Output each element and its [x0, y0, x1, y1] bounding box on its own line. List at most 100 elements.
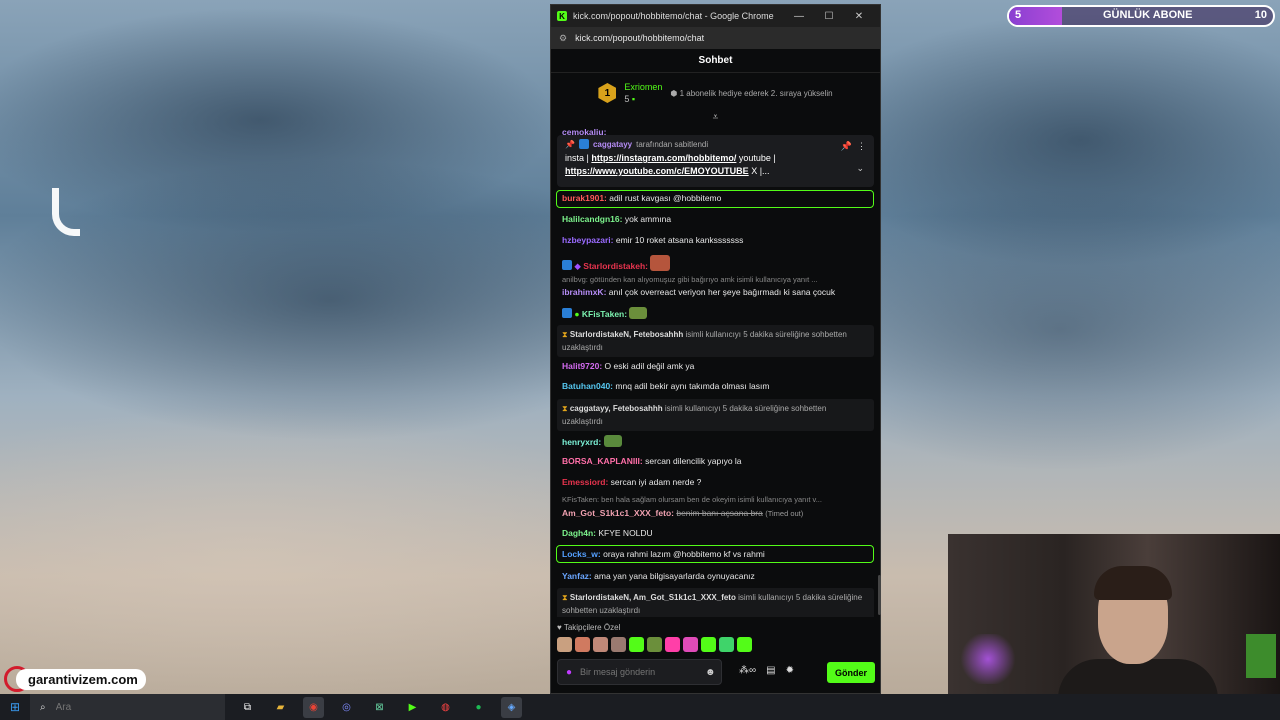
maximize-icon[interactable]: ☐ [814, 11, 844, 22]
file-explorer-icon[interactable]: ▰ [270, 697, 291, 718]
app-icon[interactable]: ▶ [402, 697, 423, 718]
emote-quickbar [557, 637, 752, 652]
app-icon[interactable]: ◎ [336, 697, 357, 718]
emote-icon[interactable] [629, 637, 644, 652]
microphone-icon[interactable]: ● [566, 667, 572, 678]
subscriber-goal-bar: 5 GÜNLÜK ABONE 10 [1007, 5, 1275, 27]
app-icon[interactable]: ◍ [435, 697, 456, 718]
spotify-icon[interactable]: ● [468, 697, 489, 718]
emote-icon[interactable] [737, 637, 752, 652]
webcam-feed [948, 534, 1280, 720]
chat-message: Yanfaz: ama yan yana bilgisayarlarda oyn… [562, 571, 755, 581]
steam-icon[interactable]: ◈ [501, 696, 522, 718]
purple-light [958, 634, 1018, 684]
chat-popup-window: K kick.com/popout/hobbitemo/chat - Googl… [550, 4, 881, 694]
chat-message: Am_Got_S1k1c1_XXX_feto: benim banı açsan… [562, 508, 804, 518]
emote-icon [629, 307, 648, 319]
chat-message: Emessiord: sercan iyi adam nerde ? [562, 477, 702, 487]
pinned-by-label: tarafından sabitlendi [636, 139, 709, 149]
heart-icon: ♥ [557, 623, 562, 632]
goal-label: GÜNLÜK ABONE [1103, 9, 1193, 21]
pin-icon: 📌 [565, 139, 575, 149]
window-titlebar: K kick.com/popout/hobbitemo/chat - Googl… [551, 5, 880, 27]
unpin-icon[interactable]: 📌 ⋮ [841, 141, 866, 152]
task-view-icon[interactable]: ⧉ [237, 697, 258, 718]
send-button[interactable]: Gönder [827, 662, 875, 683]
address-bar[interactable]: ⚙ kick.com/popout/hobbitemo/chat [551, 27, 880, 49]
leader-message: 1 abonelik hediye ederek 2. sıraya yükse… [679, 88, 833, 98]
search-icon: ⌕ [40, 701, 46, 713]
chat-message: Batuhan040: mnq adil bekir aynı takımda … [562, 381, 770, 391]
emoji-icon[interactable]: ☻ [705, 667, 716, 678]
emote-icon[interactable] [665, 637, 680, 652]
minimize-icon[interactable]: — [784, 11, 814, 22]
goal-end: 10 [1254, 9, 1267, 21]
chrome-icon[interactable]: ◉ [303, 696, 324, 718]
creeper-figure [1246, 634, 1276, 678]
moderation-notice: ⧗ caggatayy, Fetebosahhh isimli kullanıc… [557, 399, 874, 431]
user-badge-icon [562, 260, 572, 270]
chat-message: ◆ Starlordistakeh: [562, 255, 874, 271]
app-icon[interactable]: ⊠ [369, 697, 390, 718]
emote-icon[interactable] [611, 637, 626, 652]
chat-message: Halilcandgn16: yok ammına [562, 214, 672, 224]
reply-preview[interactable]: KFisTaken: ben hala sağlam olursam ben d… [562, 495, 874, 504]
chevron-down-icon[interactable]: ⌄ [856, 163, 864, 174]
gift-icon: ▪ [631, 94, 636, 104]
emote-icon[interactable] [683, 637, 698, 652]
hourglass-icon: ⧗ [562, 593, 568, 602]
reply-preview[interactable]: anilbvg: götünden kan alıyomuşuz gibi ba… [562, 275, 874, 284]
chat-message: burak1901: adil rust kavgası @hobbitemo [562, 193, 722, 203]
close-icon[interactable]: ✕ [844, 11, 874, 22]
search-input[interactable] [55, 701, 176, 713]
emote-icon [603, 435, 622, 447]
hourglass-icon: ⧗ [562, 330, 568, 339]
chat-message: ibrahimxK: anıl çok overreact veriyon he… [562, 287, 836, 297]
sponsor-text: garantivizem.com [16, 668, 146, 690]
message-composer[interactable]: ● ☻ [557, 659, 722, 685]
kick-points-icon[interactable]: ⁂∞ [739, 665, 756, 676]
chat-scrollbar[interactable] [878, 575, 881, 615]
message-input[interactable] [580, 667, 698, 677]
chat-message: Locks_w: oraya rahmi lazım @hobbitemo kf… [562, 549, 765, 559]
gift-box-icon: ⬢ [670, 88, 680, 98]
chat-messages[interactable]: cemokaliu: 📌 caggatayy tarafından sabitl… [551, 127, 882, 617]
settings-gear-icon[interactable]: ✹ [786, 665, 794, 676]
emote-icon[interactable] [647, 637, 662, 652]
hourglass-icon: ⧗ [562, 404, 568, 413]
taskbar-search[interactable]: ⌕ [30, 694, 225, 720]
moderation-notice: ⧗ StarlordistakeN, Fetebosahhh isimli ku… [557, 325, 874, 357]
emote-icon [650, 255, 671, 271]
leader-count: 5 [624, 94, 630, 104]
chat-message: henryxrd: [562, 435, 874, 449]
emote-icon[interactable] [593, 637, 608, 652]
emote-icon[interactable] [557, 637, 572, 652]
streamer-hair [1094, 566, 1172, 600]
chat-message: Halit9720: O eski adil değil amk ya [562, 361, 695, 371]
store-icon[interactable]: ▤ [766, 665, 775, 676]
goal-start: 5 [1015, 9, 1022, 21]
site-settings-icon[interactable]: ⚙ [559, 33, 567, 44]
pinned-message[interactable]: 📌 caggatayy tarafından sabitlendi insta … [557, 135, 874, 187]
chat-message: hzbeypazari: emir 10 roket atsana kankss… [562, 235, 744, 245]
user-badge-icon [562, 308, 572, 318]
chat-title: Sohbet [551, 49, 880, 73]
chat-message: BORSA_KAPLANIII: sercan dilencilik yapıy… [562, 456, 742, 466]
windows-start-icon[interactable]: ⊞ [0, 700, 30, 714]
taskbar: ⊞ ⌕ ⧉ ▰ ◉ ◎ ⊠ ▶ ◍ ● ◈ [0, 694, 1280, 720]
pinned-author[interactable]: caggatayy [593, 140, 632, 149]
instagram-link[interactable]: https://instagram.com/hobbitemo/ [591, 153, 736, 163]
youtube-link[interactable]: https://www.youtube.com/c/EMOYOUTUBE [565, 166, 749, 176]
emote-icon[interactable] [701, 637, 716, 652]
emote-icon[interactable] [719, 637, 734, 652]
chat-message: Dagh4n: KFYE NOLDU [562, 528, 653, 538]
pinned-text: insta | https://instagram.com/hobbitemo/… [565, 153, 776, 176]
pinned-toggle-icon[interactable]: ⩡ [551, 113, 880, 123]
url-text: kick.com/popout/hobbitemo/chat [575, 33, 705, 43]
leader-name: Exriomen [624, 82, 663, 92]
rank-medal-icon: 1 [598, 83, 617, 103]
gift-leaderboard[interactable]: 1 Exriomen 5 ▪ ⬢ 1 abonelik hediye edere… [551, 73, 880, 113]
window-title: kick.com/popout/hobbitemo/chat - Google … [573, 11, 774, 21]
moderation-notice: ⧗ StarlordistakeN, Am_Got_S1k1c1_XXX_fet… [557, 588, 874, 617]
emote-icon[interactable] [575, 637, 590, 652]
